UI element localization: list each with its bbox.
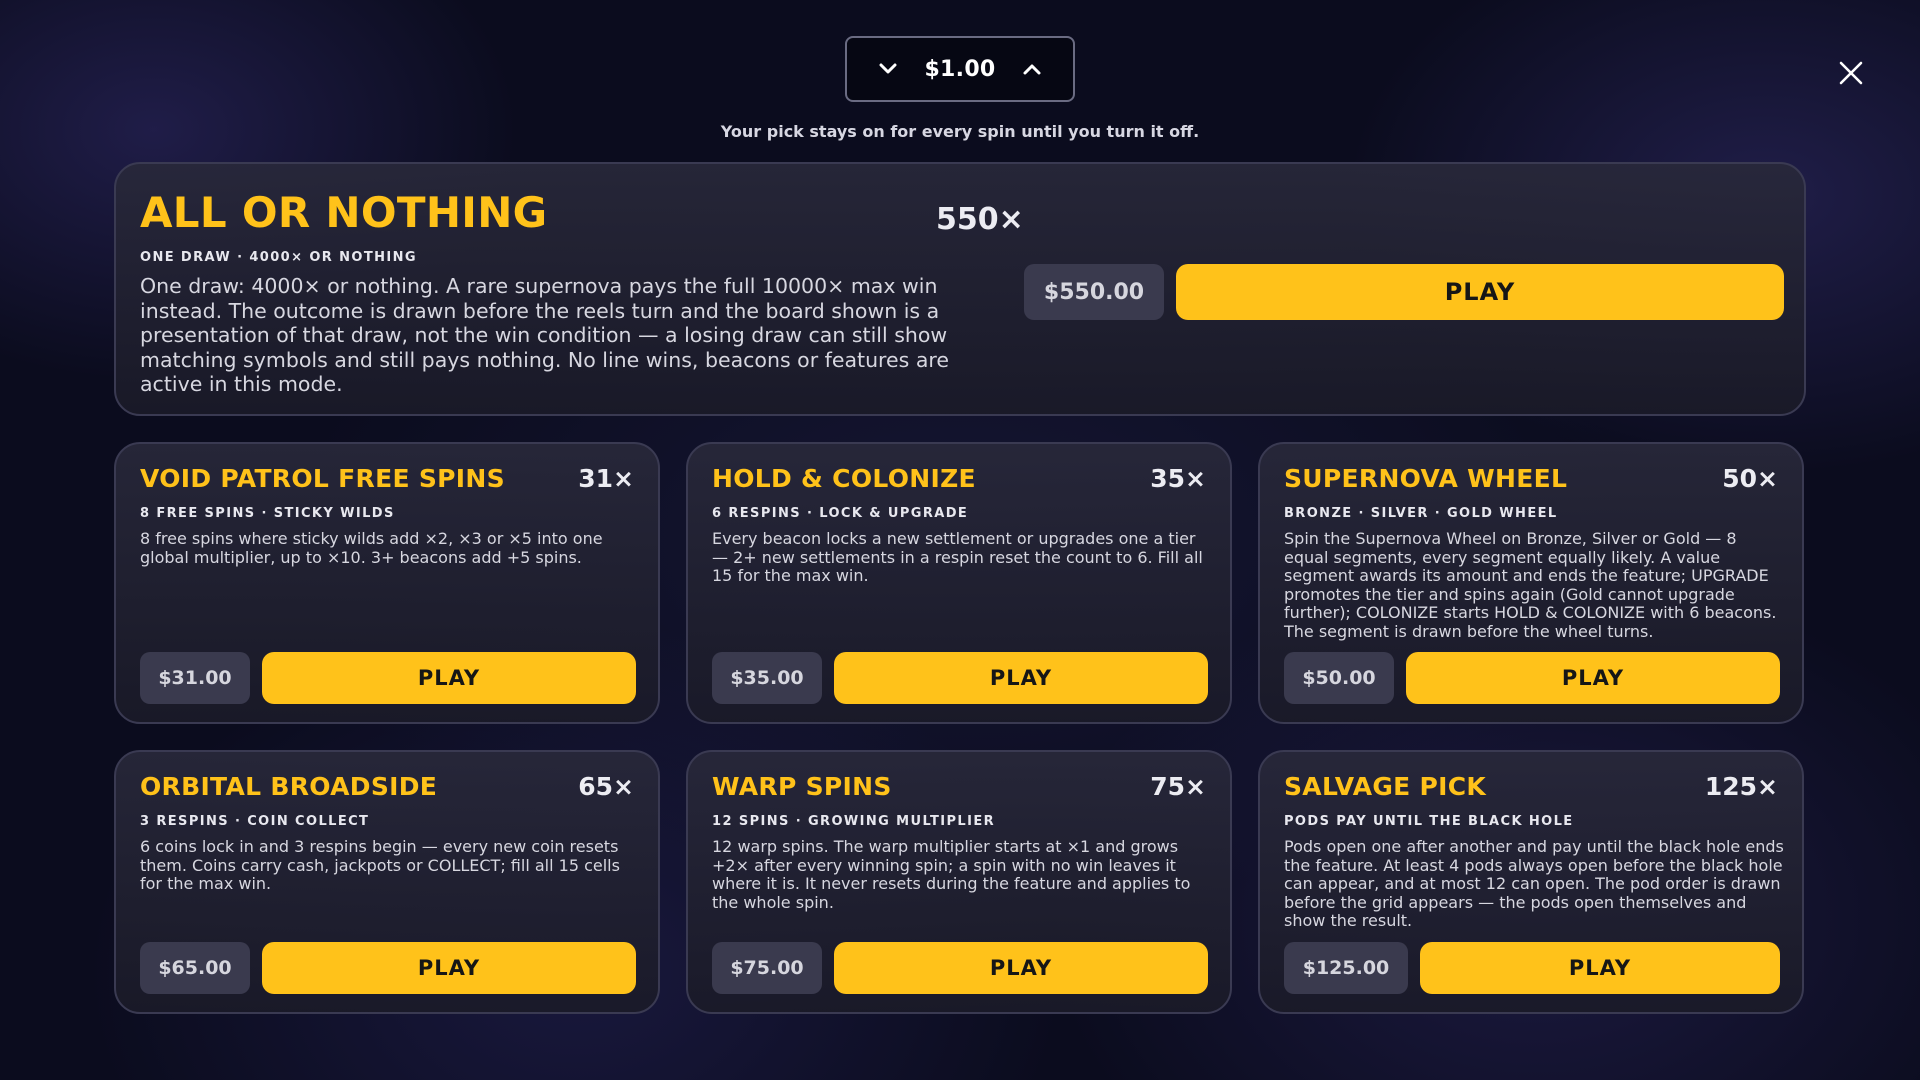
play-button[interactable]: PLAY [834, 652, 1208, 704]
mode-description: 12 warp spins. The warp multiplier start… [712, 837, 1191, 912]
mode-card-supernova-wheel: SUPERNOVA WHEEL 50× BRONZE · SILVER · GO… [1258, 442, 1804, 724]
play-button[interactable]: PLAY [262, 652, 636, 704]
play-button[interactable]: PLAY [262, 942, 636, 994]
mode-multiplier: 35× [1150, 464, 1206, 493]
mode-cost: $31.00 [140, 652, 250, 704]
mode-subtitle: 12 SPINS · GROWING MULTIPLIER [712, 814, 996, 829]
mode-card-orbital-broadside: ORBITAL BROADSIDE 65× 3 RESPINS · COIN C… [114, 750, 660, 1014]
mode-cost: $65.00 [140, 942, 250, 994]
mode-cost: $50.00 [1284, 652, 1394, 704]
chevron-up-icon [1023, 64, 1041, 75]
mode-title: VOID PATROL FREE SPINS [140, 464, 505, 493]
mode-cost: $550.00 [1024, 264, 1164, 320]
mode-cost: $125.00 [1284, 942, 1408, 994]
play-button[interactable]: PLAY [1406, 652, 1780, 704]
mode-subtitle: 3 RESPINS · COIN COLLECT [140, 814, 370, 829]
mode-description: Pods open one after another and pay unti… [1284, 837, 1784, 930]
mode-title: ALL OR NOTHING [140, 188, 548, 237]
mode-card-void-patrol-free-spins: VOID PATROL FREE SPINS 31× 8 FREE SPINS … [114, 442, 660, 724]
play-button[interactable]: PLAY [1176, 264, 1784, 320]
mode-title: SALVAGE PICK [1284, 772, 1487, 801]
increase-bet-button[interactable] [1017, 54, 1047, 84]
mode-cost: $75.00 [712, 942, 822, 994]
mode-title: WARP SPINS [712, 772, 892, 801]
mode-multiplier: 31× [578, 464, 634, 493]
chevron-down-icon [879, 63, 897, 74]
mode-multiplier: 50× [1722, 464, 1778, 493]
mode-multiplier: 125× [1704, 772, 1778, 801]
mode-multiplier: 75× [1150, 772, 1206, 801]
mode-title: ORBITAL BROADSIDE [140, 772, 438, 801]
mode-card-all-or-nothing: ALL OR NOTHING 550× ONE DRAW · 4000× OR … [114, 162, 1806, 416]
play-button[interactable]: PLAY [1420, 942, 1780, 994]
persistence-hint: Your pick stays on for every spin until … [720, 122, 1200, 141]
mode-subtitle: ONE DRAW · 4000× OR NOTHING [140, 250, 417, 265]
mode-multiplier: 550× [936, 202, 1024, 237]
bet-value: $1.00 [924, 56, 996, 82]
mode-card-warp-spins: WARP SPINS 75× 12 SPINS · GROWING MULTIP… [686, 750, 1232, 1014]
close-button[interactable] [1836, 58, 1866, 88]
mode-description: One draw: 4000× or nothing. A rare super… [140, 274, 949, 396]
mode-description: Every beacon locks a new settlement or u… [712, 529, 1203, 585]
decrease-bet-button[interactable] [873, 54, 903, 84]
mode-cost: $35.00 [712, 652, 822, 704]
mode-subtitle: PODS PAY UNTIL THE BLACK HOLE [1284, 814, 1574, 829]
mode-subtitle: 6 RESPINS · LOCK & UPGRADE [712, 506, 969, 521]
mode-multiplier: 65× [578, 772, 634, 801]
play-button[interactable]: PLAY [834, 942, 1208, 994]
mode-description: 6 coins lock in and 3 respins begin — ev… [140, 837, 620, 893]
mode-title: SUPERNOVA WHEEL [1284, 464, 1568, 493]
mode-description: 8 free spins where sticky wilds add ×2, … [140, 529, 603, 567]
mode-card-hold-and-colonize: HOLD & COLONIZE 35× 6 RESPINS · LOCK & U… [686, 442, 1232, 724]
bet-stepper: $1.00 [845, 36, 1075, 102]
mode-subtitle: BRONZE · SILVER · GOLD WHEEL [1284, 506, 1558, 521]
mode-card-salvage-pick: SALVAGE PICK 125× PODS PAY UNTIL THE BLA… [1258, 750, 1804, 1014]
mode-title: HOLD & COLONIZE [712, 464, 976, 493]
mode-description: Spin the Supernova Wheel on Bronze, Silv… [1284, 529, 1777, 641]
mode-subtitle: 8 FREE SPINS · STICKY WILDS [140, 506, 395, 521]
close-icon [1839, 61, 1863, 85]
